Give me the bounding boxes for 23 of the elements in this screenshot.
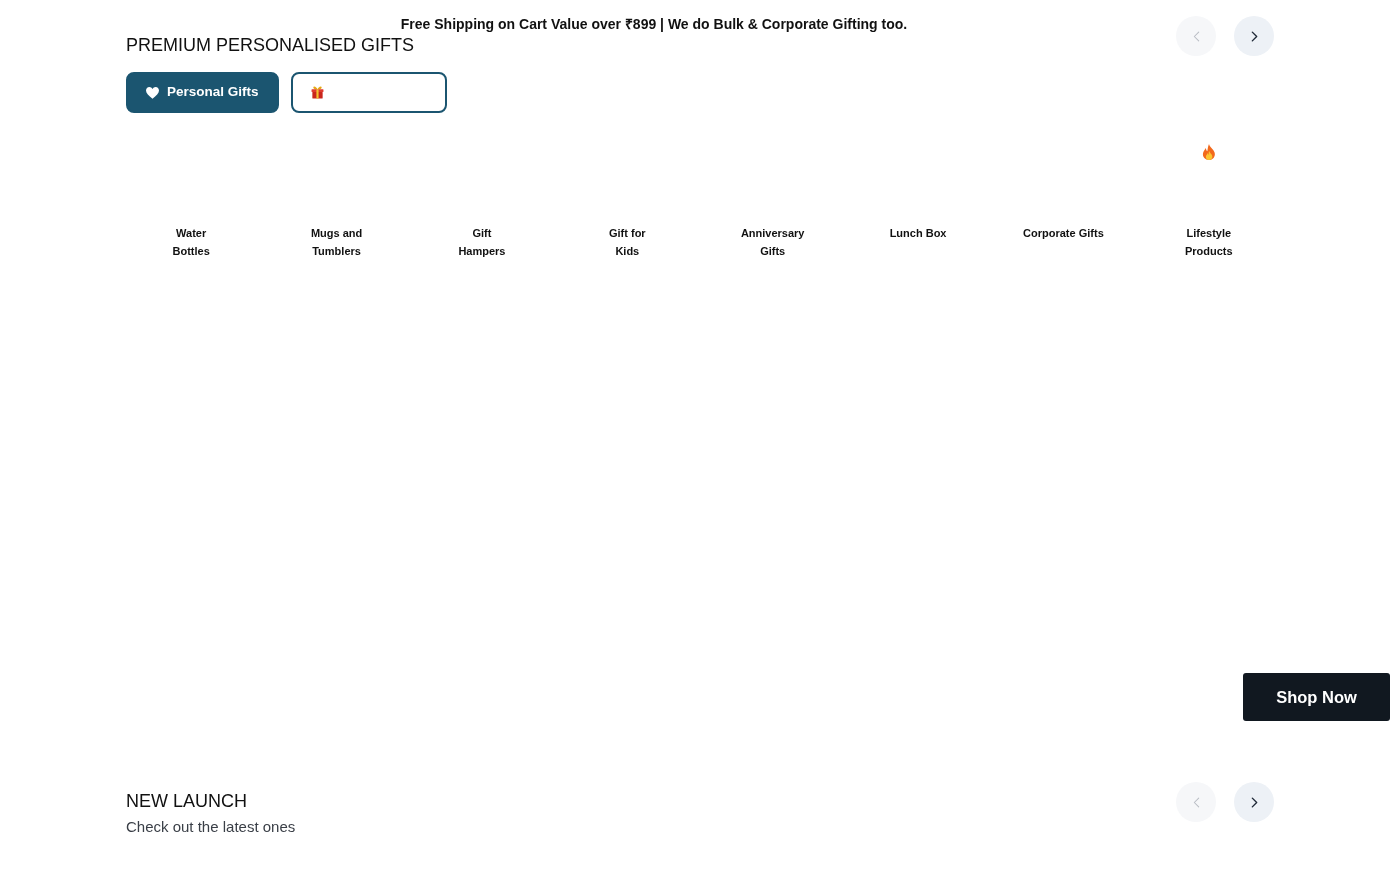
section-title: PREMIUM PERSONALISED GIFTS [126, 35, 415, 56]
category-link[interactable]: Water Bottles [172, 224, 210, 260]
category-tab[interactable] [290, 72, 447, 113]
category-link[interactable]: Lifestyle Products [1184, 224, 1233, 260]
category-link[interactable]: Gift for Kids [608, 224, 646, 260]
category-link[interactable]: Gift Hampers [458, 224, 506, 260]
shop-now-button[interactable]: Shop Now [1243, 673, 1390, 721]
category-link[interactable]: Anniversary Gifts [740, 224, 805, 260]
category-link[interactable]: Lunch Box [889, 224, 947, 242]
section-subtitle: Check out the latest ones [126, 817, 296, 837]
chevron-right-icon [1250, 796, 1258, 808]
chevron-right-icon [1250, 30, 1258, 42]
category-link[interactable]: Corporate Gifts [1023, 224, 1104, 242]
announcement-text: Free Shipping on Cart Value over ₹899 | We do Bulk & Corporate Gifting too. [400, 15, 908, 33]
next-button[interactable] [1234, 782, 1274, 822]
gift-icon [310, 86, 324, 99]
category-tab[interactable]: Personal Gifts [126, 72, 279, 113]
section-title: NEW LAUNCH [126, 790, 248, 812]
chevron-left-icon [1192, 796, 1200, 808]
category-link[interactable]: Mugs and Tumblers [310, 224, 363, 260]
heart-icon [146, 86, 159, 99]
chevron-left-icon [1192, 30, 1200, 42]
next-button[interactable] [1234, 16, 1274, 56]
